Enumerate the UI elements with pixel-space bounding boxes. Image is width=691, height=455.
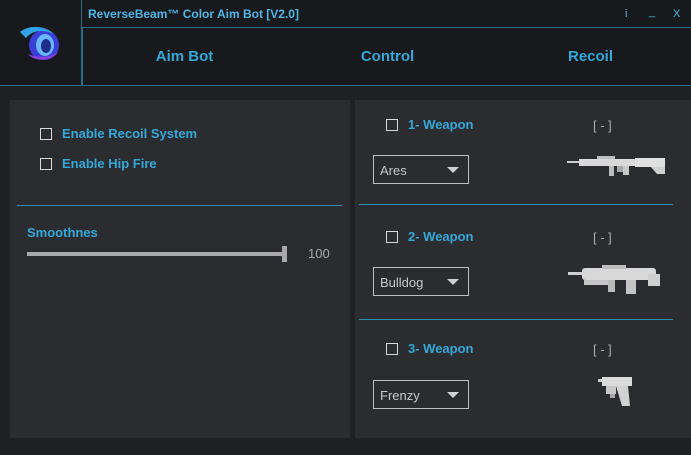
close-button[interactable]: X (673, 8, 680, 20)
weapon-3-label: 3- Weapon (408, 341, 474, 356)
enable-recoil-system-checkbox[interactable]: Enable Recoil System (40, 126, 197, 141)
info-button[interactable]: i (625, 8, 627, 20)
smoothness-slider-track[interactable] (27, 252, 285, 256)
weapon-2-keybind[interactable]: [ - ] (593, 230, 612, 245)
bullpup-rifle-icon (568, 265, 660, 294)
weapon-2-select[interactable]: Bulldog (373, 267, 469, 296)
weapon-1-select[interactable]: Ares (373, 155, 469, 184)
pistol-icon (598, 377, 632, 406)
weapon-1-selected: Ares (380, 163, 407, 178)
chevron-down-icon (447, 392, 459, 398)
enable-hip-fire-label: Enable Hip Fire (62, 156, 157, 171)
smoothness-value: 100 (308, 246, 330, 261)
weapon-2-label: 2- Weapon (408, 229, 474, 244)
weapon-3-keybind[interactable]: [ - ] (593, 342, 612, 357)
smoothness-slider-thumb[interactable] (282, 246, 287, 262)
weapon-3-select[interactable]: Frenzy (373, 380, 469, 409)
smoothness-slider-fill (27, 252, 285, 256)
chevron-down-icon (447, 167, 459, 173)
checkbox-box[interactable] (386, 342, 398, 355)
rifle-icon (567, 156, 665, 176)
weapon-2-selected: Bulldog (380, 275, 424, 290)
checkbox-box[interactable] (40, 157, 52, 170)
enable-hip-fire-checkbox[interactable]: Enable Hip Fire (40, 156, 157, 171)
enable-recoil-system-label: Enable Recoil System (62, 126, 198, 141)
app-logo-box (0, 0, 82, 86)
recoil-settings-panel: Enable Recoil System Enable Hip Fire Smo… (10, 100, 350, 438)
checkbox-box[interactable] (386, 118, 398, 131)
app-logo-icon (20, 26, 59, 60)
weapon-slots-panel: 1- Weapon [ - ] Ares 2- Weapon [ - ] Bul… (355, 100, 691, 438)
checkbox-box[interactable] (40, 127, 52, 140)
smoothness-label: Smoothnes (27, 225, 98, 240)
title-bar[interactable]: ReverseBeam™ Color Aim Bot [V2.0] i _ X (82, 0, 691, 28)
weapon-3-selected: Frenzy (380, 388, 420, 403)
window-title: ReverseBeam™ Color Aim Bot [V2.0] (88, 7, 299, 21)
weapon-3-checkbox[interactable]: 3- Weapon (386, 341, 474, 356)
tab-aim-bot[interactable]: Aim Bot (83, 28, 286, 86)
nav-tabs: Aim Bot Control Recoil (82, 28, 691, 86)
tab-recoil[interactable]: Recoil (489, 28, 691, 86)
weapon-1-label: 1- Weapon (408, 117, 474, 132)
weapon-2-checkbox[interactable]: 2- Weapon (386, 229, 474, 244)
tab-control[interactable]: Control (286, 28, 489, 86)
checkbox-box[interactable] (386, 230, 398, 243)
divider (359, 319, 673, 320)
weapon-1-keybind[interactable]: [ - ] (593, 118, 612, 133)
divider (17, 205, 342, 206)
chevron-down-icon (447, 279, 459, 285)
weapon-1-checkbox[interactable]: 1- Weapon (386, 117, 474, 132)
divider (359, 204, 673, 205)
minimize-button[interactable]: _ (649, 6, 655, 18)
